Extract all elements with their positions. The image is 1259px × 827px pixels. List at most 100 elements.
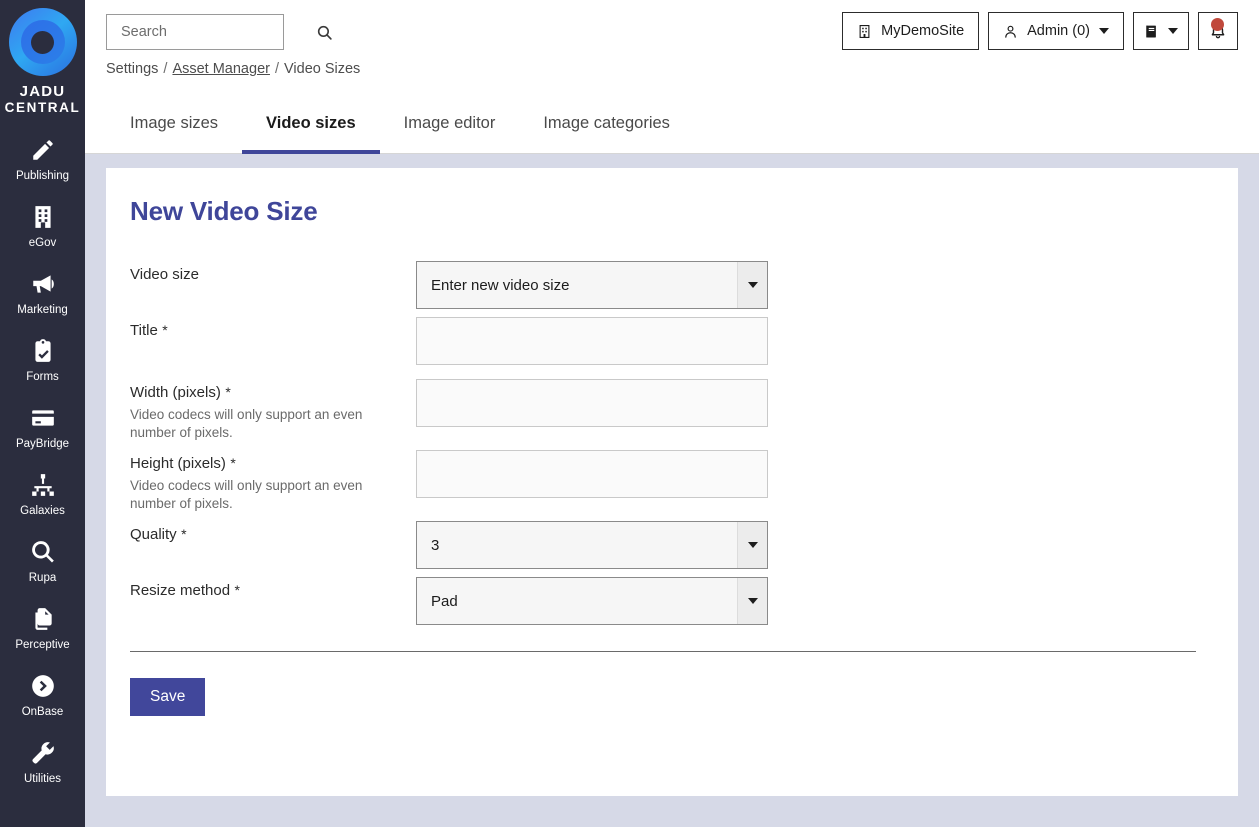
- breadcrumb-separator: /: [274, 61, 279, 77]
- field-control-height: [416, 450, 768, 498]
- chevron-down-icon[interactable]: [737, 578, 767, 624]
- video-size-select[interactable]: Enter new video size: [416, 261, 768, 309]
- search-input[interactable]: [119, 23, 310, 41]
- breadcrumb-item-video-sizes: Video Sizes: [284, 61, 361, 77]
- sidebar-item-egov[interactable]: eGov: [0, 193, 85, 260]
- quality-select-value: 3: [431, 536, 440, 554]
- sidebar-item-onbase[interactable]: OnBase: [0, 662, 85, 729]
- chevron-down-icon: [1168, 28, 1178, 34]
- field-label-height: Height (pixels) * Video codecs will only…: [130, 450, 416, 513]
- chevron-down-icon[interactable]: [737, 262, 767, 308]
- field-label-video-size: Video size: [130, 261, 416, 284]
- content-area: New Video Size Video size Enter new vide…: [85, 154, 1259, 827]
- sidebar-item-marketing[interactable]: Marketing: [0, 260, 85, 327]
- video-size-select-value: Enter new video size: [431, 276, 570, 294]
- brand-wordmark: JADU CENTRAL: [5, 84, 81, 116]
- tab-video-sizes[interactable]: Video sizes: [242, 96, 380, 154]
- book-icon: [1144, 23, 1159, 40]
- circle-arrow-right-icon: [30, 673, 56, 699]
- field-row-title: Title *: [130, 317, 1218, 365]
- sidebar-item-label: Forms: [26, 371, 59, 383]
- notification-badge-dot: [1211, 18, 1224, 31]
- sidebar-item-forms[interactable]: Forms: [0, 327, 85, 394]
- help-menu-button[interactable]: [1133, 12, 1189, 50]
- sidebar-item-publishing[interactable]: Publishing: [0, 126, 85, 193]
- save-button[interactable]: Save: [130, 678, 206, 716]
- quality-select[interactable]: 3: [416, 521, 768, 569]
- sidebar-item-label: Rupa: [28, 572, 57, 584]
- required-marker: *: [162, 322, 168, 338]
- page-title: New Video Size: [130, 196, 318, 226]
- sidebar-item-label: eGov: [28, 237, 57, 249]
- field-row-quality: Quality * 3: [130, 521, 1218, 569]
- field-label-text: Quality: [130, 526, 177, 543]
- field-row-width: Width (pixels) * Video codecs will only …: [130, 379, 1218, 442]
- documents-copy-icon: [30, 606, 56, 632]
- field-hint-width: Video codecs will only support an even n…: [130, 407, 363, 440]
- chevron-down-icon: [1099, 28, 1109, 34]
- user-icon: [1003, 23, 1018, 40]
- brand-logo[interactable]: JADU CENTRAL: [0, 0, 85, 126]
- wrench-icon: [30, 740, 56, 766]
- field-label-text: Title: [130, 322, 158, 339]
- field-control-quality: 3: [416, 521, 768, 569]
- sidebar-item-label: Publishing: [15, 170, 70, 182]
- sidebar-item-paybridge[interactable]: PayBridge: [0, 394, 85, 461]
- field-control-video-size: Enter new video size: [416, 261, 768, 309]
- field-row-height: Height (pixels) * Video codecs will only…: [130, 450, 1218, 513]
- field-label-text: Video size: [130, 266, 199, 283]
- form-card: New Video Size Video size Enter new vide…: [106, 168, 1238, 796]
- field-control-width: [416, 379, 768, 427]
- sidebar-item-label: Perceptive: [15, 639, 70, 651]
- sitemap-icon: [30, 472, 56, 498]
- sidebar-item-rupa[interactable]: Rupa: [0, 528, 85, 595]
- sidebar-item-label: Marketing: [17, 304, 68, 316]
- search-box[interactable]: [106, 14, 332, 50]
- breadcrumb: Settings / Asset Manager / Video Sizes: [106, 61, 1237, 77]
- site-selector-button[interactable]: MyDemoSite: [842, 12, 980, 50]
- site-selector-label: MyDemoSite: [881, 23, 965, 39]
- breadcrumb-item-asset-manager[interactable]: Asset Manager: [172, 61, 270, 77]
- field-label-title: Title *: [130, 317, 416, 340]
- tab-image-categories[interactable]: Image categories: [519, 96, 694, 154]
- bell-icon: [1209, 18, 1227, 42]
- required-marker: *: [230, 455, 236, 471]
- required-marker: *: [225, 384, 231, 400]
- form-divider: [130, 651, 1196, 652]
- field-control-title: [416, 317, 768, 365]
- sidebar-item-utilities[interactable]: Utilities: [0, 729, 85, 796]
- field-row-video-size: Video size Enter new video size: [130, 261, 1218, 309]
- section-tabs: Image sizes Video sizes Image editor Ima…: [85, 96, 1259, 154]
- sidebar-item-label: OnBase: [21, 706, 64, 718]
- tab-image-sizes[interactable]: Image sizes: [106, 96, 242, 154]
- sidebar-item-perceptive[interactable]: Perceptive: [0, 595, 85, 662]
- building-icon: [30, 204, 56, 230]
- top-bar: Settings / Asset Manager / Video Sizes: [85, 0, 1259, 96]
- magnifier-icon: [30, 539, 56, 565]
- brand-line-1: JADU: [19, 83, 66, 100]
- field-label-text: Height (pixels): [130, 455, 226, 472]
- breadcrumb-separator: /: [163, 61, 168, 77]
- tab-image-editor[interactable]: Image editor: [380, 96, 520, 154]
- sidebar-item-label: Utilities: [23, 773, 62, 785]
- resize-method-select[interactable]: Pad: [416, 577, 768, 625]
- notifications-button[interactable]: [1198, 12, 1238, 50]
- field-label-quality: Quality *: [130, 521, 416, 544]
- main-region: Settings / Asset Manager / Video Sizes: [85, 0, 1259, 827]
- primary-sidebar: JADU CENTRAL Publishing eGov Marketing F…: [0, 0, 85, 827]
- height-input[interactable]: [416, 450, 768, 498]
- search-icon[interactable]: [316, 24, 333, 41]
- resize-method-select-value: Pad: [431, 592, 458, 610]
- admin-menu-button[interactable]: Admin (0): [988, 12, 1124, 50]
- field-control-resize-method: Pad: [416, 577, 768, 625]
- width-input[interactable]: [416, 379, 768, 427]
- field-label-text: Resize method: [130, 582, 231, 599]
- megaphone-icon: [30, 271, 56, 297]
- required-marker: *: [234, 582, 240, 598]
- chevron-down-icon[interactable]: [737, 522, 767, 568]
- title-input[interactable]: [416, 317, 768, 365]
- field-hint-height: Video codecs will only support an even n…: [130, 478, 363, 511]
- sidebar-item-galaxies[interactable]: Galaxies: [0, 461, 85, 528]
- admin-menu-label: Admin (0): [1027, 23, 1090, 39]
- field-label-resize-method: Resize method *: [130, 577, 416, 600]
